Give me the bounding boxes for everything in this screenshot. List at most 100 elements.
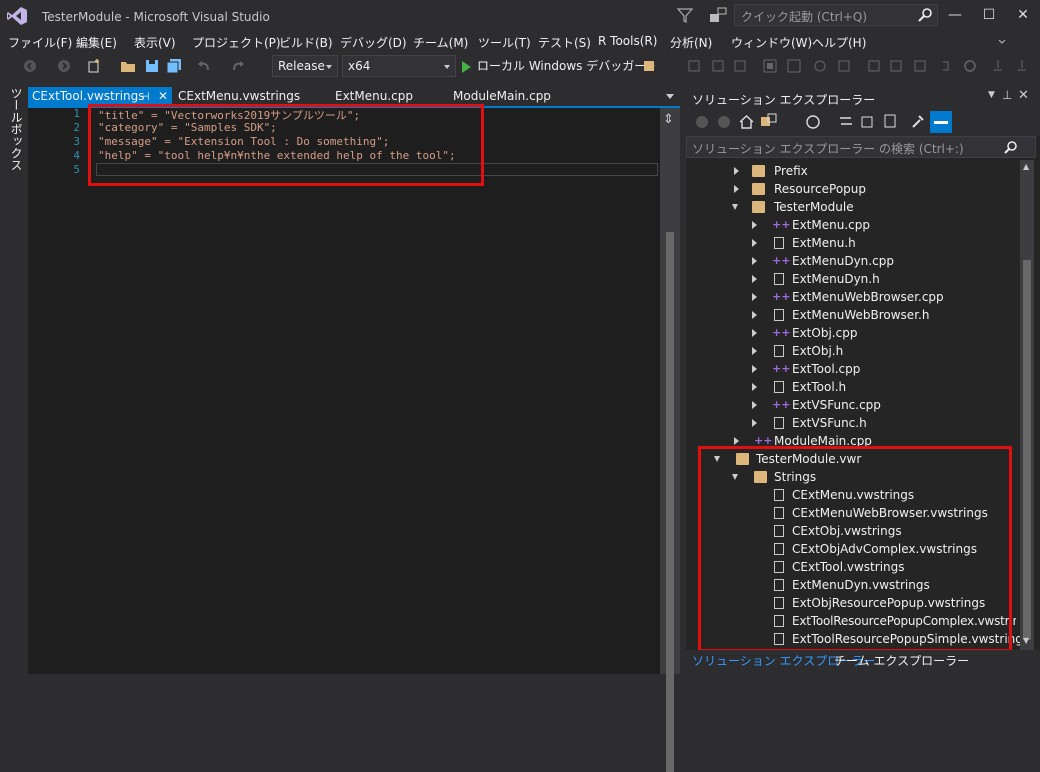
expand-arrow-icon[interactable] [752, 239, 757, 247]
expand-arrow-icon[interactable] [752, 221, 757, 229]
undo-icon[interactable] [196, 58, 212, 74]
close-tab-icon[interactable]: ✕ [158, 87, 168, 106]
menu-view[interactable]: 表示(V) [134, 34, 176, 51]
menu-rtools[interactable]: R Tools(R) [598, 34, 657, 48]
toolbar-icon-6[interactable] [812, 58, 828, 74]
code-line[interactable]: "help" = "tool help¥n¥nthe extended help… [98, 149, 456, 162]
code-editor[interactable] [28, 106, 682, 674]
expand-arrow-icon[interactable] [752, 311, 757, 319]
toolbar-icon-5[interactable] [786, 58, 802, 74]
toolbar-icon-4[interactable] [762, 58, 778, 74]
menu-build[interactable]: ビルド(B) [279, 34, 333, 51]
expand-arrow-icon[interactable] [752, 365, 757, 373]
menu-edit[interactable]: 編集(E) [76, 34, 117, 51]
quick-launch-input[interactable]: クイック起動 (Ctrl+Q) [734, 4, 938, 26]
toolbar-icon-2[interactable] [710, 58, 726, 74]
minimize-button[interactable]: — [940, 4, 970, 26]
close-panel-icon[interactable]: ✕ [1018, 88, 1029, 103]
expand-arrow-icon[interactable] [752, 383, 757, 391]
panel-menu-icon[interactable]: ▼ [988, 90, 995, 100]
expand-arrow-icon[interactable] [752, 419, 757, 427]
solution-explorer-scrollbar[interactable]: ▲ ▼ [1020, 160, 1034, 650]
tab-cextmenu-vwstrings[interactable]: CExtMenu.vwstrings [178, 87, 300, 106]
scroll-up-icon[interactable]: ▲ [1023, 162, 1029, 171]
search-icon[interactable] [917, 7, 933, 23]
solution-explorer-search-input[interactable]: ソリューション エクスプローラー の検索 (Ctrl+:) [686, 136, 1036, 158]
collapse-arrow-icon[interactable] [732, 474, 738, 480]
menu-tools[interactable]: ツール(T) [478, 34, 531, 51]
scrollbar-thumb[interactable] [666, 232, 674, 772]
menu-window[interactable]: ウィンドウ(W) [731, 34, 812, 51]
close-window-button[interactable]: ✕ [1008, 4, 1038, 26]
expand-arrow-icon[interactable] [734, 167, 739, 175]
editor-scrollbar[interactable]: ⇕ [660, 108, 680, 772]
start-debugging-button[interactable]: ローカル Windows デバッガー▾ [462, 57, 655, 75]
collapse-all-icon[interactable] [860, 113, 876, 130]
expand-arrow-icon[interactable] [752, 257, 757, 265]
home-icon[interactable] [738, 113, 755, 130]
configuration-dropdown[interactable]: Release [272, 55, 338, 77]
expand-arrow-icon[interactable] [752, 401, 757, 409]
toolbox-tab[interactable]: ツールボックス [0, 87, 28, 674]
menu-test[interactable]: テスト(S) [538, 34, 591, 51]
toolbar-icon-12[interactable] [990, 58, 1006, 74]
save-all-icon[interactable] [166, 58, 182, 74]
tab-modulemain-cpp[interactable]: ModuleMain.cpp [453, 87, 551, 106]
redo-icon[interactable] [230, 58, 246, 74]
properties-icon[interactable] [910, 113, 926, 130]
expand-arrow-icon[interactable] [752, 347, 757, 355]
preview-selected-items-button[interactable] [930, 111, 952, 133]
scrollbar-thumb[interactable] [1023, 260, 1031, 640]
toolbar-icon-3[interactable] [732, 58, 748, 74]
toolbar-icon-7[interactable] [836, 58, 852, 74]
code-line[interactable]: "message" = "Extension Tool : Do somethi… [98, 135, 389, 148]
expand-arrow-icon[interactable] [752, 293, 757, 301]
toolbar-icon-13[interactable] [1014, 58, 1030, 74]
tree-file-exttoolresourcepopupcomplex-vwstrings[interactable]: ExtToolResourcePopupComplex.vwstrings [750, 612, 1016, 630]
menu-project[interactable]: プロジェクト(P) [192, 34, 281, 51]
notification-filter-icon[interactable] [676, 6, 694, 24]
code-line[interactable]: "category" = "Samples SDK"; [98, 121, 277, 134]
new-project-icon[interactable] [86, 58, 102, 74]
expand-arrow-icon[interactable] [734, 437, 739, 445]
forward-icon[interactable] [56, 58, 72, 74]
toolbar-icon-11[interactable] [940, 58, 956, 74]
refresh-icon[interactable] [962, 58, 978, 74]
pending-changes-filter-icon[interactable] [804, 113, 822, 130]
collapse-arrow-icon[interactable] [714, 456, 720, 462]
open-folder-icon[interactable] [120, 58, 136, 74]
back-icon[interactable] [22, 58, 38, 74]
maximize-button[interactable]: ☐ [974, 4, 1004, 26]
feedback-icon[interactable] [708, 6, 728, 24]
toolbar-icon-8[interactable] [866, 58, 882, 74]
toolbar-icon-9[interactable] [888, 58, 904, 74]
pin-icon[interactable]: ⊥ [1002, 88, 1012, 102]
menu-debug[interactable]: デバッグ(D) [340, 34, 407, 51]
platform-dropdown[interactable]: x64 [342, 55, 456, 77]
forward-icon[interactable] [716, 114, 732, 130]
switch-views-icon[interactable] [760, 113, 778, 130]
expand-arrow-icon[interactable] [752, 275, 757, 283]
menu-analyze[interactable]: 分析(N) [670, 34, 712, 51]
chevron-down-icon[interactable] [998, 38, 1006, 46]
back-icon[interactable] [694, 114, 710, 130]
expand-arrow-icon[interactable] [752, 329, 757, 337]
show-all-files-icon[interactable] [882, 113, 898, 130]
menu-file[interactable]: ファイル(F) [8, 34, 72, 51]
breakpoint-toolbar-icon[interactable] [686, 58, 702, 74]
tab-overflow-icon[interactable] [666, 94, 674, 99]
menu-help[interactable]: ヘルプ(H) [812, 34, 866, 51]
tab-cexttool-vwstrings[interactable]: CExtTool.vwstrings ⊣ ✕ [28, 87, 172, 106]
toolbar-icon-10[interactable] [912, 58, 928, 74]
save-icon[interactable] [144, 58, 160, 74]
expand-arrow-icon[interactable] [734, 185, 739, 193]
search-icon[interactable] [1004, 140, 1018, 154]
split-editor-icon[interactable]: ⇕ [663, 112, 674, 127]
pin-icon[interactable]: ⊣ [140, 87, 150, 106]
scroll-down-icon[interactable]: ▼ [1023, 636, 1029, 645]
menu-team[interactable]: チーム(M) [413, 34, 468, 51]
sync-icon[interactable] [838, 113, 854, 130]
tab-team-explorer[interactable]: チーム エクスプローラー [834, 652, 969, 669]
tab-extmenu-cpp[interactable]: ExtMenu.cpp [335, 87, 413, 106]
attach-process-icon[interactable] [642, 58, 658, 74]
